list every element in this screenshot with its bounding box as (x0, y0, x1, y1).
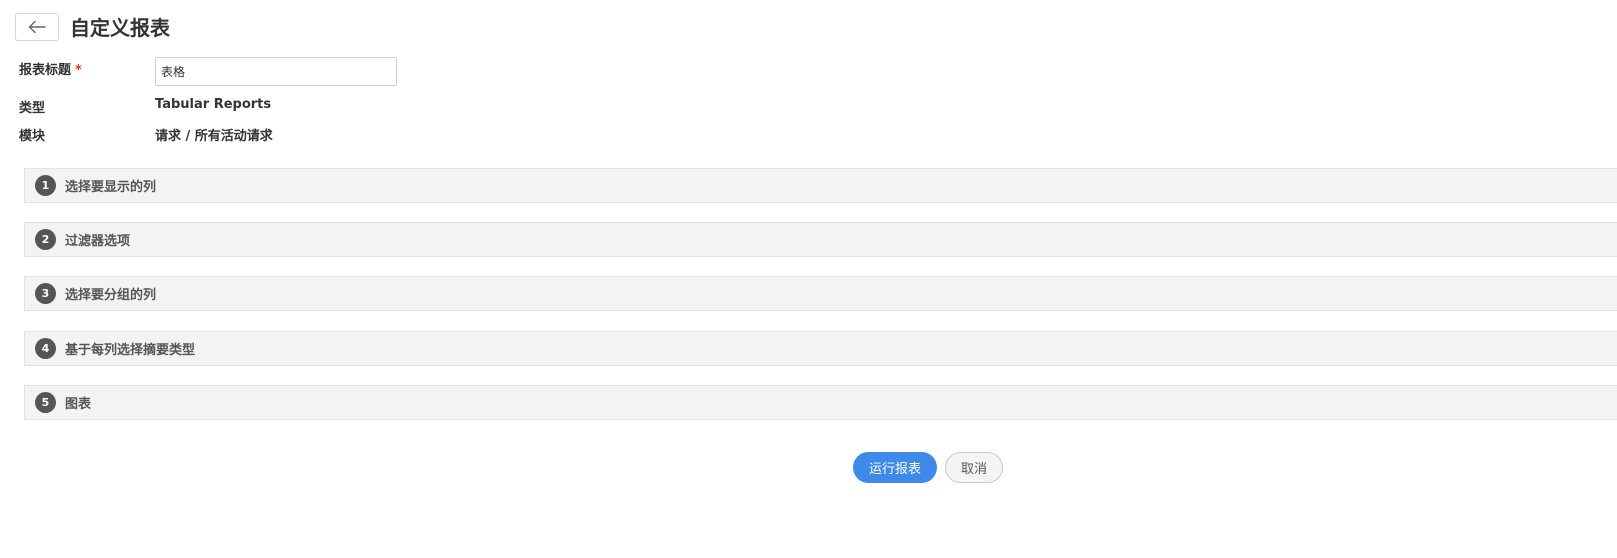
section-chart[interactable]: 5 图表 (24, 385, 1617, 420)
type-label: 类型 (19, 101, 46, 116)
report-title-label: 报表标题 * (19, 59, 82, 78)
section-filter-options[interactable]: 2 过滤器选项 (24, 222, 1617, 257)
step-number-badge: 1 (35, 175, 56, 196)
module-value: 请求 / 所有活动请求 (155, 129, 273, 144)
step-number-badge: 5 (35, 392, 56, 413)
cancel-button[interactable]: 取消 (945, 452, 1003, 483)
report-title-input[interactable] (155, 57, 397, 86)
section-select-columns[interactable]: 1 选择要显示的列 (24, 168, 1617, 203)
custom-report-page: 自定义报表 报表标题* 类型 Tabular Reports 模块 请求 / 所… (0, 0, 1617, 558)
arrow-left-icon (28, 20, 46, 34)
step-number-badge: 3 (35, 283, 56, 304)
section-group-columns[interactable]: 3 选择要分组的列 (24, 276, 1617, 311)
section-label: 过滤器选项 (65, 234, 131, 249)
section-label: 图表 (65, 397, 92, 412)
module-label: 模块 (19, 129, 46, 144)
step-number-badge: 4 (35, 338, 56, 359)
run-report-button[interactable]: 运行报表 (853, 452, 937, 483)
required-mark: * (75, 63, 82, 78)
report-title-label-text: 报表标题 (19, 63, 72, 78)
section-label: 选择要分组的列 (65, 288, 157, 303)
step-number-badge: 2 (35, 229, 56, 250)
type-value: Tabular Reports (155, 97, 272, 112)
section-summary-type[interactable]: 4 基于每列选择摘要类型 (24, 331, 1617, 366)
page-title: 自定义报表 (70, 16, 170, 40)
back-button[interactable] (15, 13, 59, 41)
section-label: 基于每列选择摘要类型 (65, 343, 196, 358)
section-label: 选择要显示的列 (65, 180, 157, 195)
